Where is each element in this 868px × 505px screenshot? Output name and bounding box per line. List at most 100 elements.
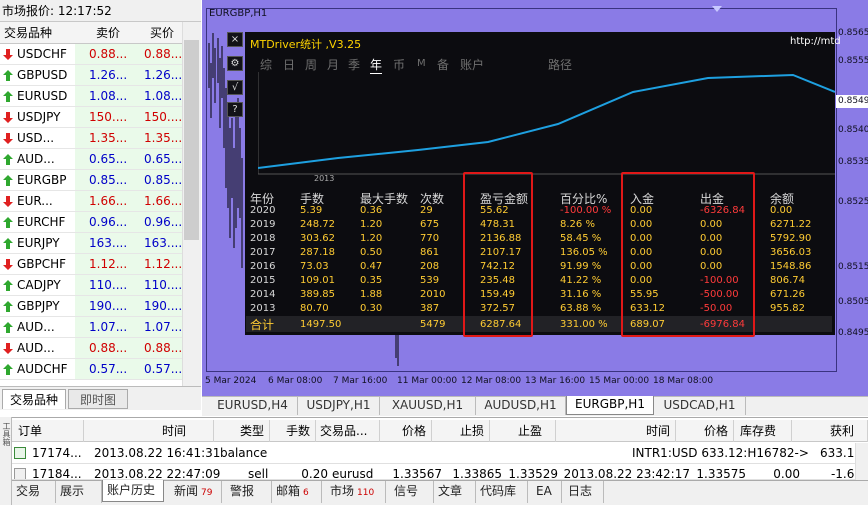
header-bid[interactable]: 卖价 [96,22,120,44]
list-item[interactable]: EURUSD 1.08... 1.08... [0,86,182,107]
cell-balance: 955.82 [770,303,805,314]
th-order[interactable]: 订单 [14,420,84,442]
chart-tab-xauusd[interactable]: XAUUSD,H1 [380,397,476,415]
list-item[interactable]: USDCHF 0.88... 0.88... [0,44,182,65]
list-item[interactable]: EUR... 1.66... 1.66... [0,191,182,212]
chart-tab-eurgbp[interactable]: EURGBP,H1 [566,396,654,415]
ea-tab-quarter[interactable]: 季 [348,56,360,73]
chart-tab-audusd[interactable]: AUDUSD,H1 [476,397,566,415]
chart-shift-marker-icon[interactable] [712,6,722,12]
cell-lots: 109.01 [300,275,335,286]
cell-comment: INTR1:USD 633.12:H16782-> [632,446,809,460]
arrow-down-icon [3,133,13,144]
settings-icon[interactable]: ⚙ [227,56,243,71]
th-sl[interactable]: 止损 [432,420,490,442]
tab-label: 市场 [330,484,355,498]
terminal-tab[interactable]: 市场 110 [326,481,386,503]
list-item[interactable]: GBPJPY 190.... 190.... [0,296,182,317]
th-close-time[interactable]: 时间 [556,420,676,442]
list-item[interactable]: CADJPY 110.... 110.... [0,275,182,296]
cell-order: 17174... [32,446,82,460]
terminal-tab[interactable]: 信号 [390,481,434,503]
terminal-tab[interactable]: 邮箱 6 [272,481,322,503]
chart-tab-usdjpy[interactable]: USDJPY,H1 [298,397,380,415]
ea-tab-day[interactable]: 日 [283,56,295,73]
list-item[interactable]: AUD... 0.65... 0.65... [0,149,182,170]
ea-tab-month[interactable]: 月 [327,56,339,73]
ea-tab-currency[interactable]: 币 [393,56,405,73]
cell-count: 387 [420,303,440,314]
th-lots[interactable]: 手数 [270,420,316,442]
terminal-tab[interactable]: 日志 [564,481,604,503]
ask-price: 0.57... [128,359,182,379]
ea-tab-summary[interactable]: 综 [260,56,272,73]
terminal-scrollbar[interactable] [855,443,868,480]
cell-type: balance [220,446,268,460]
tab-symbols[interactable]: 交易品种 [2,389,66,409]
cell-year: 2014 [250,289,276,300]
cell-close-time: 2013.08.22 23:42:17 [563,467,690,480]
th-profit[interactable]: 获利 [792,420,868,442]
list-item[interactable]: AUD... 1.07... 1.07... [0,317,182,338]
th-time[interactable]: 时间 [84,420,214,442]
th-tp[interactable]: 止盈 [490,420,556,442]
list-item[interactable]: GBPUSD 1.26... 1.26... [0,65,182,86]
th-type[interactable]: 类型 [214,420,270,442]
cell-max-lots: 1.20 [360,233,383,244]
symbol-name: AUD... [17,152,55,166]
list-item[interactable]: EURGBP 0.85... 0.85... [0,170,182,191]
cell-balance: 3656.03 [770,247,812,258]
list-item[interactable]: AUDCHF 0.57... 0.57... [0,359,182,380]
table-row[interactable]: 17184... 2013.08.22 22:47:09 sell 0.20 e… [12,464,868,480]
chart-tab-usdcad[interactable]: USDCAD,H1 [654,397,746,415]
th-close-price[interactable]: 价格 [676,420,734,442]
check-icon[interactable]: √ [227,80,243,95]
cell-lots: 303.62 [300,233,335,244]
table-row[interactable]: 17174... 2013.08.22 16:41:31 balance INT… [12,443,868,464]
list-item[interactable]: USDJPY 150.... 150.... [0,107,182,128]
ask-price: 1.26... [128,65,182,85]
terminal-tab[interactable]: 展示 [56,481,102,503]
terminal-tab[interactable]: 交易 [12,481,56,503]
terminal-tab[interactable]: 代码库 [476,481,528,503]
list-item[interactable]: EURJPY 163.... 163.... [0,233,182,254]
close-icon[interactable]: × [227,32,243,47]
list-item[interactable]: USD... 1.35... 1.35... [0,128,182,149]
header-symbol[interactable]: 交易品种 [4,22,52,44]
scrollbar-thumb[interactable] [184,40,199,240]
help-icon[interactable]: ? [227,102,243,117]
terminal-tab[interactable]: 新闻 79 [170,481,222,503]
th-swap[interactable]: 库存费 [734,420,792,442]
list-item[interactable]: EURCHF 0.96... 0.96... [0,212,182,233]
cell-percent: 31.16 % [560,289,602,300]
ea-tab-account[interactable]: 账户 [460,56,484,73]
list-item[interactable]: GBPCHF 1.12... 1.12... [0,254,182,275]
ea-tab-path[interactable]: 路径 [548,56,572,73]
th-symbol[interactable]: 交易品... [316,420,380,442]
list-item[interactable]: AUD... 0.88... 0.88... [0,338,182,359]
ea-tab-backup[interactable]: 备 [437,56,449,73]
cell-tp: 1.33529 [508,467,558,480]
tab-label: 交易 [16,484,41,498]
tab-badge: 110 [357,488,375,498]
cell-year: 2019 [250,219,276,230]
terminal-tab[interactable]: EA [532,481,562,503]
price-tick: 0.8505 [838,297,868,307]
tab-label: EA [536,484,552,498]
ea-tab-m[interactable]: M [417,58,426,69]
ea-url-link[interactable]: http://mtd [790,36,841,47]
ask-price: 0.88... [128,44,182,64]
th-price[interactable]: 价格 [380,420,432,442]
header-ask[interactable]: 买价 [150,22,174,44]
terminal-tab[interactable]: 账户历史 [102,480,164,502]
ea-tab-week[interactable]: 周 [305,56,317,73]
terminal-tab[interactable]: 警报 [226,481,272,503]
chart-tab-eurusd[interactable]: EURUSD,H4 [208,397,298,415]
cell-count: 2010 [420,289,446,300]
cell-percent: 8.26 % [560,219,595,230]
arrow-up-icon [3,238,13,249]
tab-tick-chart[interactable]: 即时图 [68,389,128,409]
terminal-tab[interactable]: 文章 [434,481,476,503]
market-watch-title: 市场报价: 12:17:52 [0,0,201,22]
ask-price: 0.88... [128,338,182,358]
